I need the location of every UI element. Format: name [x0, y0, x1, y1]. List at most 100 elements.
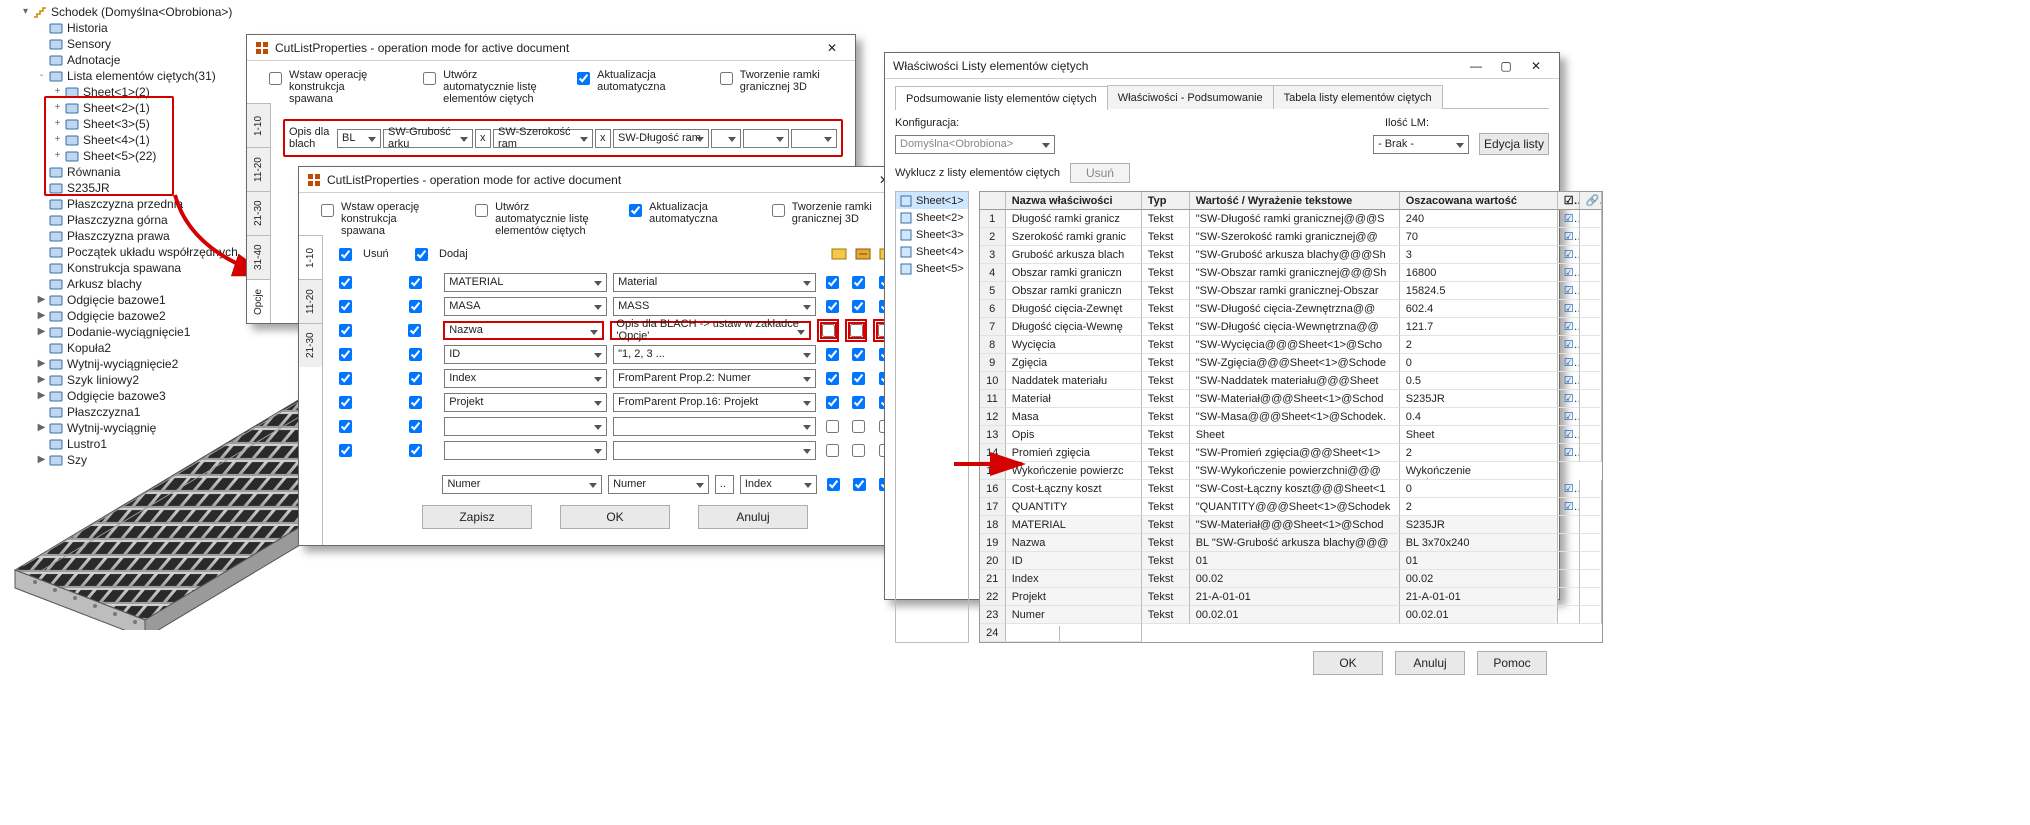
tree-root[interactable]: ▾ Schodek (Domyślna<Obrobiona>) [20, 4, 240, 20]
tree-item[interactable]: ▶Odgięcie bazowe2 [20, 308, 240, 324]
table-row[interactable]: 21IndexTekst00.0200.02 [980, 570, 1602, 588]
table-row[interactable]: 12MasaTekst"SW-Masa@@@Sheet<1>@Schodek.0… [980, 408, 1602, 426]
table-row[interactable]: 24 [980, 624, 1602, 642]
tree-item[interactable]: Sensory [20, 36, 240, 52]
dlg1-chk-weld[interactable]: Wstaw operację konstrukcja spawana [265, 69, 389, 105]
sheet-list-item[interactable]: Sheet<5> [896, 260, 968, 277]
tree-item[interactable]: Adnotacje [20, 52, 240, 68]
dlg3-btn-pomoc[interactable]: Pomoc [1477, 651, 1547, 675]
dlg3-btn-ok[interactable]: OK [1313, 651, 1383, 675]
dlg2-tab-21-30[interactable]: 21-30 [299, 323, 322, 367]
dlg2-col-a[interactable]: Projekt [444, 393, 607, 412]
dlg1-tab-1-10[interactable]: 1-10 [247, 103, 270, 147]
dlg3-titlebar[interactable]: Właściwości Listy elementów ciętych — ▢ … [885, 53, 1559, 79]
dlg2-btn-ok[interactable]: OK [560, 505, 670, 529]
dlg2-col-a[interactable]: Index [444, 369, 607, 388]
sheet-list-item[interactable]: Sheet<1> [896, 192, 968, 209]
dlg1-cell-7[interactable] [743, 129, 789, 148]
folder-icon-1[interactable] [831, 246, 847, 263]
dlg3-tabbar[interactable]: Podsumowanie listy elementów ciętych Wła… [895, 85, 1549, 109]
dlg1-tab-opcje[interactable]: Opcje [247, 279, 270, 323]
dlg2-col-b[interactable]: FromParent Prop.2: Numer [613, 369, 816, 388]
table-row[interactable]: 6Długość cięcia-ZewnętTekst"SW-Długość c… [980, 300, 1602, 318]
dlg3-tab-1[interactable]: Właściwości - Podsumowanie [1107, 85, 1274, 109]
table-row[interactable]: 5Obszar ramki granicznTekst"SW-Obszar ra… [980, 282, 1602, 300]
dlg1-tab-11-20[interactable]: 11-20 [247, 147, 270, 191]
dlg2-col-a[interactable]: Nazwa [443, 321, 604, 340]
dlg2-footer-a[interactable]: Numer [442, 475, 602, 494]
tree-item[interactable]: Kopuła2 [20, 340, 240, 356]
dlg2-col-a[interactable]: ID [444, 345, 607, 364]
dlg2-footer-c[interactable]: Index [740, 475, 817, 494]
dlg3-combo-ilosc[interactable]: - Brak - [1373, 135, 1469, 154]
dlg2-tab-1-10[interactable]: 1-10 [299, 235, 322, 279]
dlg2-col-b[interactable]: FromParent Prop.16: Projekt [613, 393, 816, 412]
minimize-icon[interactable]: — [1461, 56, 1491, 76]
dlg1-close[interactable]: ✕ [817, 38, 847, 58]
tree-item[interactable]: Historia [20, 20, 240, 36]
table-row[interactable]: 7Długość cięcia-WewnęTekst"SW-Długość ci… [980, 318, 1602, 336]
dlg3-btn-edit[interactable]: Edycja listy [1479, 133, 1549, 155]
table-row[interactable]: 19NazwaTekstBL "SW-Grubość arkusza blach… [980, 534, 1602, 552]
dlg2-btn-save[interactable]: Zapisz [422, 505, 532, 529]
dlg1-titlebar[interactable]: CutListProperties - operation mode for a… [247, 35, 855, 61]
dlg2-col-a[interactable]: MATERIAL [444, 273, 607, 292]
table-row[interactable]: 16Cost-Łączny kosztTekst"SW-Cost-Łączny … [980, 480, 1602, 498]
table-row[interactable]: 23NumerTekst00.02.0100.02.01 [980, 606, 1602, 624]
dlg1-cell-6[interactable] [711, 129, 741, 148]
dlg2-footer-b[interactable]: Numer [608, 475, 709, 494]
table-row[interactable]: 4Obszar ramki granicznTekst"SW-Obszar ra… [980, 264, 1602, 282]
maximize-icon[interactable]: ▢ [1491, 56, 1521, 76]
tree-item[interactable]: ▶Odgięcie bazowe1 [20, 292, 240, 308]
table-row[interactable]: 14Promień zgięciaTekst"SW-Promień zgięci… [980, 444, 1602, 462]
dlg3-tab-2[interactable]: Tabela listy elementów ciętych [1273, 85, 1443, 109]
dlg2-col-b[interactable]: "1, 2, 3 ... [613, 345, 816, 364]
dlg2-col-a[interactable] [444, 417, 607, 436]
dlg3-sheet-list[interactable]: Sheet<1>Sheet<2>Sheet<3>Sheet<4>Sheet<5> [895, 191, 969, 643]
dlg1-cell-5[interactable]: SW-Długość ram [613, 129, 709, 148]
table-row[interactable]: 10Naddatek materiałuTekst"SW-Naddatek ma… [980, 372, 1602, 390]
dlg2-col-a[interactable] [444, 441, 607, 460]
dlg1-cell-2[interactable]: x [475, 129, 491, 148]
dlg2-chk-weld[interactable]: Wstaw operację konstrukcja spawana [317, 201, 441, 237]
dlg2-col-a[interactable]: MASA [444, 297, 607, 316]
dlg1-chk-bbox[interactable]: Tworzenie ramki granicznej 3D [716, 69, 843, 105]
dlg2-footer-sep[interactable]: .. [715, 475, 734, 494]
dlg2-hdr-dodaj-chk[interactable] [415, 248, 428, 261]
sheet-list-item[interactable]: Sheet<4> [896, 243, 968, 260]
dlg1-cell-1[interactable]: SW-Grubość arku [383, 129, 473, 148]
dlg2-hdr-usun-chk[interactable] [339, 248, 352, 261]
close-icon[interactable]: ✕ [1521, 56, 1551, 76]
dlg3-combo-konfig[interactable]: Domyślna<Obrobiona> [895, 135, 1055, 154]
table-row[interactable]: 18MATERIALTekst"SW-Materiał@@@Sheet<1>@S… [980, 516, 1602, 534]
dlg3-tab-0[interactable]: Podsumowanie listy elementów ciętych [895, 86, 1108, 110]
dlg1-cell-4[interactable]: x [595, 129, 611, 148]
dlg2-chk-auto-upd[interactable]: Aktualizacja automatyczna [625, 201, 738, 237]
table-row[interactable]: 1Długość ramki graniczTekst"SW-Długość r… [980, 210, 1602, 228]
dlg1-chk-auto-upd[interactable]: Aktualizacja automatyczna [573, 69, 686, 105]
table-row[interactable]: 13OpisTekstSheetSheet☑ [980, 426, 1602, 444]
dlg2-btn-cancel[interactable]: Anuluj [698, 505, 808, 529]
table-row[interactable]: 11MateriałTekst"SW-Materiał@@@Sheet<1>@S… [980, 390, 1602, 408]
dlg2-tab-11-20[interactable]: 11-20 [299, 279, 322, 323]
dlg2-chk-auto-list[interactable]: Utwórz automatycznie listę elementów cię… [471, 201, 595, 237]
table-row[interactable]: 15Wykończenie powierzcTekst"SW-Wykończen… [980, 462, 1602, 480]
tree-item[interactable]: -Lista elementów ciętych(31) [20, 68, 240, 84]
dlg2-col-b[interactable] [613, 441, 816, 460]
table-row[interactable]: 9ZgięciaTekst"SW-Zgięcia@@@Sheet<1>@Scho… [980, 354, 1602, 372]
dlg1-cell-0[interactable]: BL [337, 129, 381, 148]
dlg1-sidetabs[interactable]: 1-10 11-20 21-30 31-40 Opcje [247, 103, 271, 323]
dlg1-tab-21-30[interactable]: 21-30 [247, 191, 270, 235]
dlg2-col-b[interactable]: Opis dla BLACH -> ustaw w zakładce 'Opcj… [610, 321, 811, 340]
table-row[interactable]: 2Szerokość ramki granicTekst"SW-Szerokoś… [980, 228, 1602, 246]
dlg2-chk-bbox[interactable]: Tworzenie ramki granicznej 3D [768, 201, 895, 237]
dlg1-cell-8[interactable] [791, 129, 837, 148]
dlg3-btn-anuluj[interactable]: Anuluj [1395, 651, 1465, 675]
table-row[interactable]: 3Grubość arkusza blachTekst"SW-Grubość a… [980, 246, 1602, 264]
sheet-list-item[interactable]: Sheet<2> [896, 209, 968, 226]
dlg2-titlebar[interactable]: CutListProperties - operation mode for a… [299, 167, 907, 193]
table-row[interactable]: 8WycięciaTekst"SW-Wycięcia@@@Sheet<1>@Sc… [980, 336, 1602, 354]
dlg2-col-b[interactable]: MASS [613, 297, 816, 316]
dlg2-sidetabs[interactable]: 1-10 11-20 21-30 [299, 235, 323, 545]
table-row[interactable]: 20IDTekst0101 [980, 552, 1602, 570]
